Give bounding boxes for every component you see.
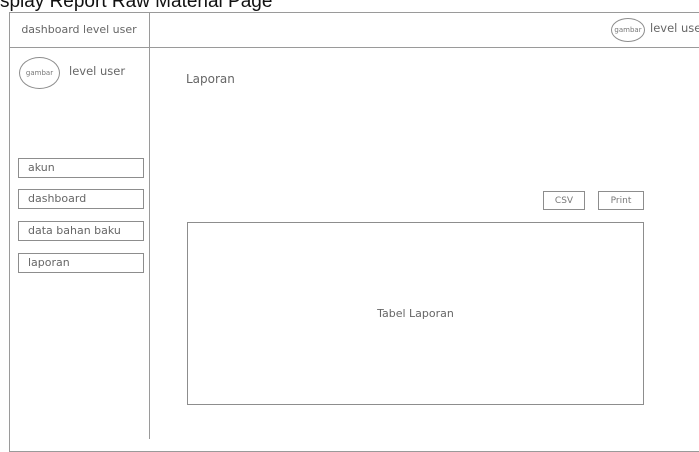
sidebar-divider bbox=[149, 12, 150, 439]
sidebar-avatar: gambar bbox=[19, 57, 60, 89]
sidebar-item-laporan[interactable]: laporan bbox=[18, 253, 144, 273]
sidebar-item-akun[interactable]: akun bbox=[18, 158, 144, 178]
report-table-placeholder: Tabel Laporan bbox=[377, 307, 454, 320]
print-button[interactable]: Print bbox=[598, 191, 644, 210]
sidebar-item-dashboard[interactable]: dashboard bbox=[18, 189, 144, 209]
sidebar-item-data-bahan-baku[interactable]: data bahan baku bbox=[18, 221, 144, 241]
sidebar-user-label: level user bbox=[69, 64, 126, 78]
page-title: Laporan bbox=[186, 72, 235, 86]
dashboard-title: dashboard level user bbox=[21, 23, 137, 36]
csv-button[interactable]: CSV bbox=[543, 191, 585, 210]
header-avatar[interactable]: gambar bbox=[611, 18, 645, 42]
header-divider bbox=[9, 47, 699, 48]
header-user-label: level user bbox=[650, 21, 699, 35]
report-table: Tabel Laporan bbox=[187, 222, 644, 405]
